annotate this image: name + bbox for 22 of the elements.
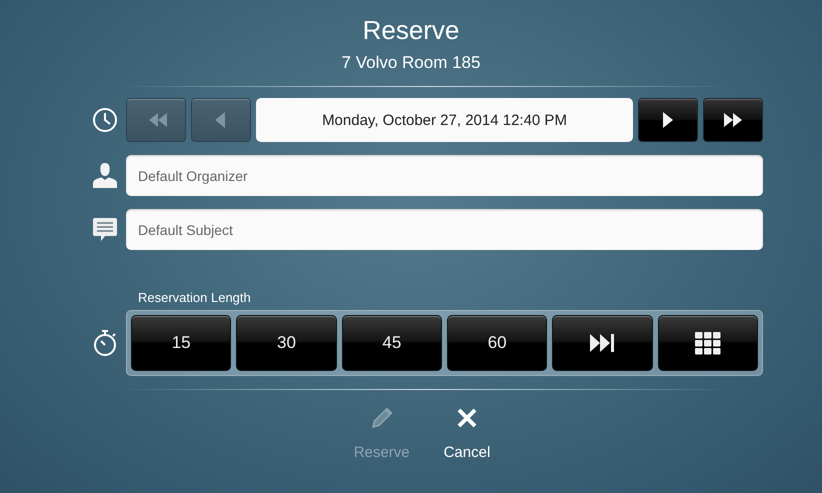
dialog-title: Reserve	[362, 14, 460, 46]
clock-icon	[92, 107, 118, 133]
stopwatch-icon	[92, 329, 116, 357]
length-option-button[interactable]: 30	[236, 315, 337, 371]
chat-bubble-icon	[92, 216, 118, 242]
grid-icon	[694, 331, 722, 355]
skip-to-end-icon	[588, 331, 616, 355]
subject-field[interactable]: Default Subject	[126, 209, 763, 250]
date-time-display: Monday, October 27, 2014 12:40 PM	[256, 98, 633, 142]
length-option-button[interactable]: 15	[131, 315, 232, 371]
fast-forward-button[interactable]	[703, 98, 763, 142]
length-option-button[interactable]: 45	[342, 315, 442, 371]
organizer-field[interactable]: Default Organizer	[126, 155, 763, 196]
forward-button[interactable]	[638, 98, 698, 142]
person-icon	[92, 162, 118, 189]
close-icon	[456, 407, 478, 429]
section-label: Reservation Length	[138, 290, 252, 306]
cancel-button[interactable]: Cancel	[444, 404, 490, 461]
length-option-button[interactable]: 60	[446, 315, 548, 371]
more-options-button[interactable]	[658, 315, 758, 371]
room-name: 7 Volvo Room 185	[342, 52, 480, 74]
skip-to-end-button[interactable]	[552, 315, 653, 371]
